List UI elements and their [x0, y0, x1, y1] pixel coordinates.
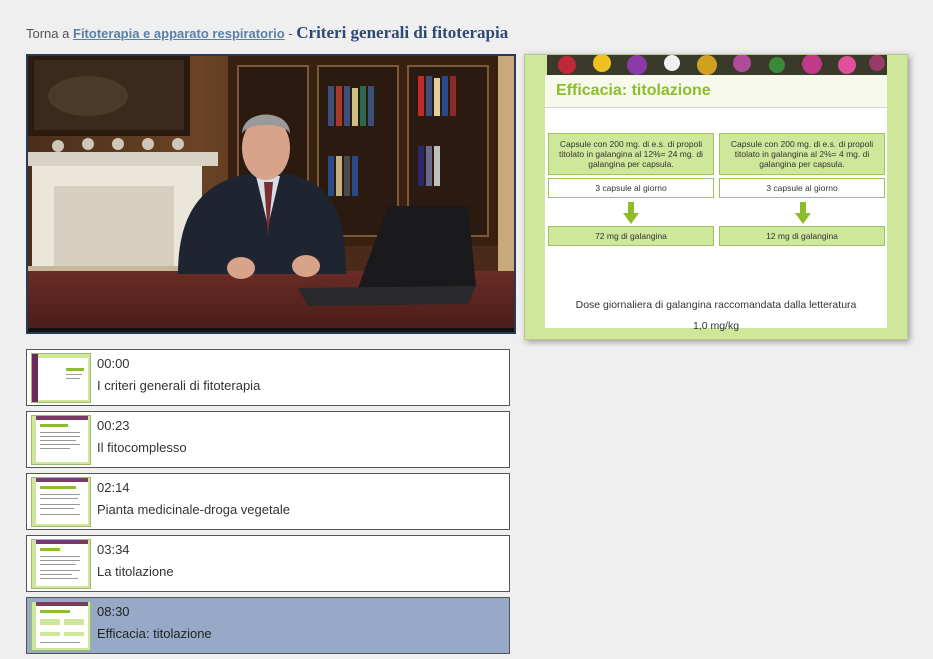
slide-footer-line2: 1,0 mg/kg — [692, 320, 740, 332]
slide-title-bar: Efficacia: titolazione — [545, 75, 887, 108]
chapter-label: La titolazione — [97, 564, 174, 579]
chapter-item-active[interactable]: 08:30 Efficacia: titolazione — [26, 597, 510, 654]
slide-right-box: Capsule con 200 mg. di e.s. di propoli t… — [719, 133, 885, 175]
flower-banner-image — [547, 55, 887, 75]
breadcrumb-prefix: Torna a — [26, 26, 70, 41]
slide-right-dose: 3 capsule al giorno — [719, 178, 885, 198]
breadcrumb-link[interactable]: Fitoterapia e apparato respiratorio — [73, 26, 285, 41]
chapter-time: 00:00 — [97, 356, 130, 371]
chapter-thumbnail — [31, 477, 91, 527]
breadcrumb-separator: - — [288, 26, 293, 41]
slide-view: Efficacia: titolazione Capsule con 200 m… — [524, 54, 908, 340]
chapter-label: Pianta medicinale-droga vegetale — [97, 502, 290, 517]
chapter-label: Il fitocomplesso — [97, 440, 187, 455]
video-player[interactable] — [26, 54, 516, 334]
chapter-label: I criteri generali di fitoterapia — [97, 378, 261, 393]
chapter-label: Efficacia: titolazione — [97, 626, 212, 641]
chapter-time: 08:30 — [97, 604, 130, 619]
chapter-thumbnail — [31, 415, 91, 465]
slide-left-result: 72 mg di galangina — [548, 226, 714, 246]
slide-left-box: Capsule con 200 mg. di e.s. di propoli t… — [548, 133, 714, 175]
chapter-time: 02:14 — [97, 480, 130, 495]
breadcrumb: Torna a Fitoterapia e apparato respirato… — [26, 23, 508, 43]
slide-footer-line1: Dose giornaliera di galangina raccomanda… — [575, 299, 857, 311]
down-arrow-icon — [623, 202, 639, 224]
chapter-time: 03:34 — [97, 542, 130, 557]
chapter-time: 00:23 — [97, 418, 130, 433]
chapter-item[interactable]: 02:14 Pianta medicinale-droga vegetale — [26, 473, 510, 530]
slide-title: Efficacia: titolazione — [556, 82, 711, 99]
slide-right-result: 12 mg di galangina — [719, 226, 885, 246]
video-frame — [28, 56, 514, 332]
chapter-thumbnail — [31, 601, 91, 651]
slide-panel: Efficacia: titolazione Capsule con 200 m… — [545, 75, 887, 332]
down-arrow-icon — [795, 202, 811, 224]
page-title: Criteri generali di fitoterapia — [296, 23, 509, 42]
chapter-thumbnail — [31, 539, 91, 589]
chapter-item[interactable]: 00:00 I criteri generali di fitoterapia — [26, 349, 510, 406]
chapter-item[interactable]: 00:23 Il fitocomplesso — [26, 411, 510, 468]
slide-left-dose: 3 capsule al giorno — [548, 178, 714, 198]
chapter-item[interactable]: 03:34 La titolazione — [26, 535, 510, 592]
chapter-thumbnail — [31, 353, 91, 403]
